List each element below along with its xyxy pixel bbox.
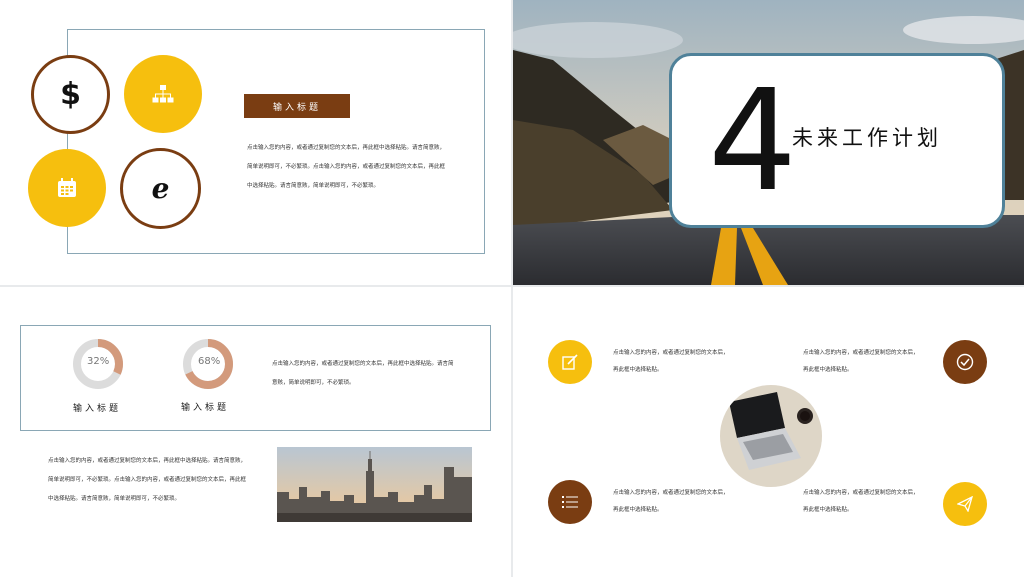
body-line: 简单说明即可，不必繁琐。点击输入您的内容，或者通过复制您的文本后，再此框 xyxy=(247,164,446,170)
right-text: 点击输入您的内容，或者通过复制您的文本后，再此框中选择粘贴。请言简 意赅，简单说… xyxy=(272,355,477,393)
donut-percent-2: 68% xyxy=(198,356,221,367)
bottom-text: 点击输入您的内容，或者通过复制您的文本后，再此框中选择粘贴。请言简意赅， 简单说… xyxy=(48,452,268,509)
right-text-line: 意赅，简单说明即可，不必繁琐。 xyxy=(272,380,355,386)
laptop-photo xyxy=(720,385,822,487)
chapter-card: 4 未来工作计划 xyxy=(669,53,1005,228)
bottom-text-line: 简单说明即可，不必繁琐。点击输入您的内容，或者通过复制您的文本后，再此框 xyxy=(48,477,247,483)
slide-3[interactable]: 32% 输入标题 68% 输入标题 点击输入您的内容，或者通过复制您的文本后，再… xyxy=(0,287,511,577)
title-label-box: 输入标题 xyxy=(244,94,350,118)
city-photo xyxy=(277,447,472,522)
list-circle xyxy=(548,480,592,524)
donut-label-1: 输入标题 xyxy=(73,404,122,414)
item-1-text: 点击输入您的内容，或者通过复制您的文本后， 再此框中选择粘贴。 xyxy=(613,345,773,379)
org-chart-circle xyxy=(124,55,202,133)
dollar-circle: $ xyxy=(31,55,110,134)
chapter-number: 4 xyxy=(708,60,798,223)
item-3-text: 点击输入您的内容，或者通过复制您的文本后， 再此框中选择粘贴。 xyxy=(613,485,773,519)
donut-percent-1: 32% xyxy=(87,356,110,367)
check-icon xyxy=(956,353,974,371)
body-line: 中选择粘贴。请言简意赅，简单说明即可，不必繁琐。 xyxy=(247,183,380,189)
slide-1[interactable]: $ e 输入标题 点击输入您的内容，或者通过复制您的文本后，再此框中选择粘贴。请… xyxy=(0,0,511,285)
send-icon xyxy=(957,496,973,512)
item-4-text: 点击输入您的内容，或者通过复制您的文本后， 再此框中选择粘贴。 xyxy=(803,485,943,519)
list-icon xyxy=(562,496,578,508)
org-chart-icon xyxy=(152,85,174,103)
item-4-line1: 点击输入您的内容，或者通过复制您的文本后， xyxy=(803,490,919,496)
body-line: 点击输入您的内容，或者通过复制您的文本后，再此框中选择粘贴。请言简意赅， xyxy=(247,145,446,151)
item-1-line1: 点击输入您的内容，或者通过复制您的文本后， xyxy=(613,350,729,356)
item-2-text: 点击输入您的内容，或者通过复制您的文本后， 再此框中选择粘贴。 xyxy=(803,345,943,379)
slide-2[interactable]: 4 未来工作计划 xyxy=(513,0,1024,285)
calendar-circle xyxy=(28,149,106,227)
check-circle xyxy=(943,340,987,384)
ie-icon: e xyxy=(151,172,170,205)
chapter-title: 未来工作计划 xyxy=(792,126,942,150)
edit-circle xyxy=(548,340,592,384)
item-2-line2: 再此框中选择粘贴。 xyxy=(803,367,853,373)
right-text-line: 点击输入您的内容，或者通过复制您的文本后，再此框中选择粘贴。请言简 xyxy=(272,361,454,367)
send-circle xyxy=(943,482,987,526)
slide-4[interactable]: 点击输入您的内容，或者通过复制您的文本后， 再此框中选择粘贴。 点击输入您的内容… xyxy=(513,287,1024,577)
item-3-line2: 再此框中选择粘贴。 xyxy=(613,507,663,513)
bottom-text-line: 点击输入您的内容，或者通过复制您的文本后，再此框中选择粘贴。请言简意赅， xyxy=(48,458,247,464)
donut-label-2: 输入标题 xyxy=(181,403,230,413)
body-text: 点击输入您的内容，或者通过复制您的文本后，再此框中选择粘贴。请言简意赅， 简单说… xyxy=(247,139,477,196)
bottom-text-line: 中选择粘贴。请言简意赅，简单说明即可，不必繁琐。 xyxy=(48,496,181,502)
item-1-line2: 再此框中选择粘贴。 xyxy=(613,367,663,373)
edit-icon xyxy=(562,354,578,370)
calendar-icon xyxy=(58,178,76,197)
dollar-icon: $ xyxy=(60,77,81,112)
item-4-line2: 再此框中选择粘贴。 xyxy=(803,507,853,513)
ie-circle: e xyxy=(120,148,201,229)
item-3-line1: 点击输入您的内容，或者通过复制您的文本后， xyxy=(613,490,729,496)
item-2-line1: 点击输入您的内容，或者通过复制您的文本后， xyxy=(803,350,919,356)
title-label: 输入标题 xyxy=(272,102,321,113)
